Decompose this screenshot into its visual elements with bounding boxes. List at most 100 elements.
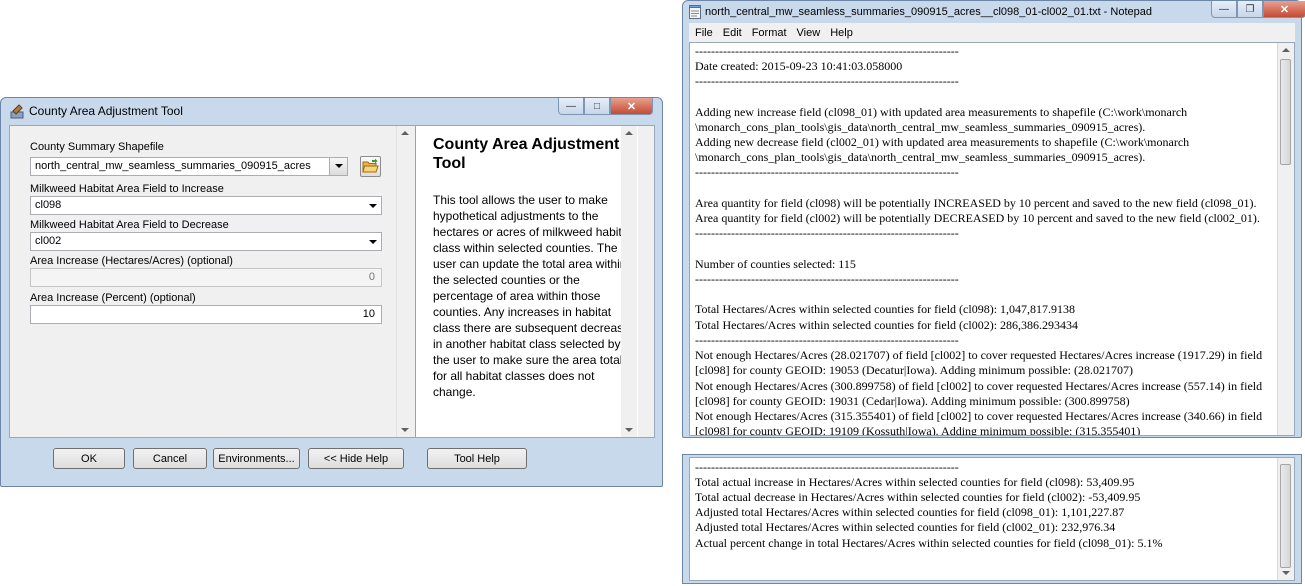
text-line: Total actual increase in Hectares/Acres …	[695, 475, 1135, 489]
notepad-window: north_central_mw_seamless_summaries_0909…	[682, 0, 1305, 438]
menu-view[interactable]: View	[797, 27, 821, 39]
decrease-field-label: Milkweed Habitat Area Field to Decrease	[30, 219, 229, 231]
text-line: Total Hectares/Acres within selected cou…	[695, 318, 1079, 332]
notepad-scrollbar[interactable]	[1277, 458, 1294, 580]
ok-button[interactable]: OK	[53, 448, 125, 469]
area-increase-value: 0	[368, 271, 375, 283]
menu-edit[interactable]: Edit	[723, 27, 742, 39]
text-line: Total actual decrease in Hectares/Acres …	[695, 490, 1141, 504]
chevron-down-icon	[335, 164, 343, 168]
maximize-icon: □	[593, 100, 601, 112]
maximize-button[interactable]: □	[584, 98, 610, 115]
minimize-icon: —	[566, 100, 576, 112]
shapefile-combo[interactable]: north_central_mw_seamless_summaries_0909…	[30, 157, 348, 176]
shapefile-dropdown-button[interactable]	[329, 158, 347, 175]
parameters-pane: County Summary Shapefile north_central_m…	[10, 126, 412, 437]
text-line: Area quantity for field (cl002) will be …	[695, 211, 1260, 225]
help-pane: County Area Adjustment Tool This tool al…	[415, 126, 638, 437]
menu-format[interactable]: Format	[752, 27, 787, 39]
text-line: [cl098] for county GEOID: 19109 (Kossuth…	[695, 424, 1141, 436]
chevron-down-icon	[369, 204, 377, 208]
browse-folder-button[interactable]	[360, 156, 381, 177]
tool-window: County Area Adjustment Tool — □ ✕ County…	[0, 97, 663, 487]
increase-field-label: Milkweed Habitat Area Field to Increase	[30, 183, 224, 195]
increase-field-dropdown[interactable]: cl098	[30, 196, 382, 215]
notepad-scrollbar[interactable]	[1277, 43, 1294, 435]
help-scrollbar[interactable]	[621, 126, 637, 437]
shapefile-label: County Summary Shapefile	[30, 141, 164, 153]
menu-bar: File Edit Format View Help	[689, 23, 1295, 42]
tool-body: County Summary Shapefile north_central_m…	[9, 125, 655, 438]
minimize-button[interactable]: —	[1211, 1, 1237, 18]
open-folder-icon	[362, 158, 379, 173]
menu-help[interactable]: Help	[830, 27, 853, 39]
text-line: ----------------------------------------…	[695, 333, 959, 347]
text-line: ----------------------------------------…	[695, 74, 959, 88]
text-line: Not enough Hectares/Acres (315.355401) o…	[695, 409, 1263, 423]
notepad-text-area-continued[interactable]: ----------------------------------------…	[689, 457, 1295, 581]
toolbox-hammer-icon	[10, 104, 24, 119]
restore-button[interactable]: ❐	[1237, 1, 1263, 18]
notepad-text-area[interactable]: ----------------------------------------…	[689, 42, 1295, 436]
scroll-up-icon[interactable]	[625, 131, 633, 135]
text-line: \monarch_cons_plan_tools\gis_data\north_…	[695, 120, 1146, 134]
close-button[interactable]: ✕	[610, 98, 653, 115]
notepad-window-continued: ----------------------------------------…	[682, 454, 1302, 584]
text-line: Number of counties selected: 115	[695, 257, 856, 271]
text-line: ----------------------------------------…	[695, 44, 959, 58]
scroll-down-icon[interactable]	[625, 428, 633, 432]
text-line: ----------------------------------------…	[695, 272, 959, 286]
scroll-thumb[interactable]	[1280, 464, 1291, 568]
close-icon: ✕	[1279, 3, 1290, 16]
text-line: Adding new increase field (cl098_01) wit…	[695, 105, 1188, 119]
decrease-field-value: cl002	[35, 235, 62, 247]
text-line: [cl098] for county GEOID: 19053 (Decatur…	[695, 363, 1133, 377]
text-line: Total Hectares/Acres within selected cou…	[695, 302, 1076, 316]
text-line: ----------------------------------------…	[695, 226, 959, 240]
decrease-field-dropdown[interactable]: cl002	[30, 232, 382, 251]
scroll-up-icon[interactable]	[1282, 48, 1290, 52]
scroll-up-icon[interactable]	[401, 131, 409, 135]
text-line: Adjusted total Hectares/Acres within sel…	[695, 505, 1125, 519]
text-line: Not enough Hectares/Acres (300.899758) o…	[695, 379, 1263, 393]
percent-increase-input[interactable]: 10	[30, 305, 382, 324]
parameters-scrollbar[interactable]	[396, 126, 412, 437]
text-line: ----------------------------------------…	[695, 460, 959, 474]
percent-increase-value: 10	[362, 308, 375, 320]
scroll-down-icon[interactable]	[1282, 571, 1290, 575]
increase-field-value: cl098	[35, 199, 62, 211]
text-line: Adjusted total Hectares/Acres within sel…	[695, 520, 1116, 534]
text-line: Area quantity for field (cl098) will be …	[695, 196, 1257, 210]
restore-icon: ❐	[1245, 3, 1255, 15]
area-increase-input[interactable]: 0	[30, 268, 382, 287]
area-increase-label: Area Increase (Hectares/Acres) (optional…	[30, 255, 233, 267]
close-button[interactable]: ✕	[1263, 1, 1305, 18]
help-title: County Area Adjustment Tool	[433, 136, 620, 172]
tool-window-title: County Area Adjustment Tool	[29, 104, 183, 118]
minimize-button[interactable]: —	[558, 98, 584, 115]
environments-button[interactable]: Environments...	[213, 448, 300, 469]
text-line: ----------------------------------------…	[695, 165, 959, 179]
text-line: \monarch_cons_plan_tools\gis_data\north_…	[695, 150, 1146, 164]
chevron-down-icon	[369, 240, 377, 244]
notepad-title-bar[interactable]: north_central_mw_seamless_summaries_0909…	[683, 1, 1305, 23]
help-text: This tool allows the user to make hypoth…	[433, 193, 636, 399]
hide-help-button[interactable]: << Hide Help	[308, 448, 404, 469]
shapefile-value: north_central_mw_seamless_summaries_0909…	[35, 160, 311, 172]
text-line: [cl098] for county GEOID: 19031 (Cedar|I…	[695, 394, 1130, 408]
tool-help-button[interactable]: Tool Help	[427, 448, 527, 469]
scroll-down-icon[interactable]	[401, 428, 409, 432]
cancel-button[interactable]: Cancel	[133, 448, 207, 469]
percent-increase-label: Area Increase (Percent) (optional)	[30, 292, 196, 304]
menu-file[interactable]: File	[695, 27, 713, 39]
scroll-thumb[interactable]	[1280, 59, 1291, 165]
text-line: Not enough Hectares/Acres (28.021707) of…	[695, 348, 1263, 362]
text-line: Date created: 2015-09-23 10:41:03.058000	[695, 59, 903, 73]
notepad-title: north_central_mw_seamless_summaries_0909…	[705, 6, 1152, 18]
notepad-icon	[689, 5, 701, 19]
minimize-icon: —	[1219, 3, 1229, 15]
text-line: Adding new decrease field (cl002_01) wit…	[695, 135, 1190, 149]
tool-title-bar[interactable]: County Area Adjustment Tool — □ ✕	[1, 98, 662, 125]
text-line: Actual percent change in total Hectares/…	[695, 536, 1163, 550]
close-icon: ✕	[626, 100, 637, 113]
